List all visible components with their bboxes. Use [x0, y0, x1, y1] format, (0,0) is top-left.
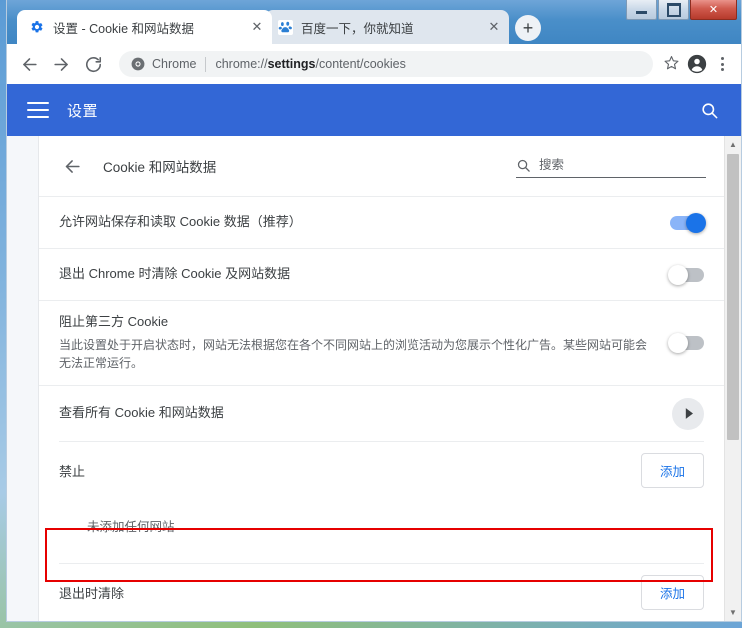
tab-title: 设置 - Cookie 和网站数据 [53, 18, 244, 37]
row-text: 阻止第三方 Cookie 当此设置处于开启状态时，网站无法根据您在各个不同网站上… [59, 313, 670, 373]
row-title: 允许网站保存和读取 Cookie 数据（推荐） [59, 213, 650, 232]
tab-baidu[interactable]: 百度一下，你就知道 ✕ [265, 10, 509, 44]
section-header-clear-on-exit: 退出时清除 添加 [59, 563, 704, 620]
hamburger-icon[interactable] [27, 102, 49, 118]
reload-button[interactable] [79, 50, 107, 78]
bookmark-star-icon[interactable] [661, 55, 681, 73]
chevron-right-icon[interactable] [672, 398, 704, 430]
search-input[interactable]: 搜索 [516, 154, 706, 178]
page-title: 设置 [67, 100, 98, 121]
scroll-down-arrow[interactable]: ▼ [725, 604, 741, 621]
hamburger-line [27, 109, 49, 111]
title-bar: ✕ 设置 - Cookie 和网站数据 ✕ [7, 0, 741, 44]
plus-icon: + [523, 19, 534, 37]
chrome-logo-icon [131, 57, 145, 71]
tab-strip: 设置 - Cookie 和网站数据 ✕ 百度一 [7, 4, 741, 44]
tab-close-button[interactable]: ✕ [248, 18, 266, 36]
subpage-header: Cookie 和网站数据 搜索 [39, 136, 724, 196]
omnibox-divider [205, 57, 206, 72]
toggle-block-third-party[interactable] [670, 336, 704, 350]
row-title: 查看所有 Cookie 和网站数据 [59, 404, 652, 423]
new-tab-button[interactable]: + [515, 15, 541, 41]
row-text: 查看所有 Cookie 和网站数据 [59, 404, 672, 423]
row-title: 阻止第三方 Cookie [59, 313, 650, 332]
tab-title: 百度一下，你就知道 [301, 18, 481, 37]
section-header-block: 禁止 添加 [59, 441, 704, 498]
settings-card: Cookie 和网站数据 搜索 [38, 136, 724, 621]
gear-icon [29, 19, 45, 35]
setting-row-block-third-party[interactable]: 阻止第三方 Cookie 当此设置处于开启状态时，网站无法根据您在各个不同网站上… [39, 300, 724, 385]
url-suffix: /content/cookies [316, 57, 406, 71]
menu-dot [721, 68, 724, 71]
subpage-title: Cookie 和网站数据 [103, 156, 216, 176]
hamburger-line [27, 102, 49, 104]
back-arrow-icon[interactable] [59, 153, 85, 179]
setting-row-allow-cookies[interactable]: 允许网站保存和读取 Cookie 数据（推荐） [39, 196, 724, 248]
baidu-paw-icon [277, 19, 293, 35]
browser-menu-button[interactable] [711, 50, 733, 78]
toggle-knob [668, 265, 688, 285]
address-bar[interactable]: Chrome chrome://settings/content/cookies [119, 51, 653, 77]
row-text: 退出 Chrome 时清除 Cookie 及网站数据 [59, 265, 670, 284]
scroll-up-arrow[interactable]: ▲ [725, 136, 741, 153]
settings-scroll-area: Cookie 和网站数据 搜索 [7, 136, 724, 621]
url-highlight: settings [268, 57, 316, 71]
section-clear-on-exit: 退出时清除 添加 [39, 563, 724, 620]
hamburger-line [27, 116, 49, 118]
menu-dot [721, 63, 724, 66]
toggle-knob [668, 333, 688, 353]
tab-close-button[interactable]: ✕ [485, 18, 503, 36]
search-icon [516, 158, 531, 173]
desktop-background: ✕ 设置 - Cookie 和网站数据 ✕ [0, 0, 742, 628]
toggle-knob [686, 213, 706, 233]
row-title: 退出 Chrome 时清除 Cookie 及网站数据 [59, 265, 650, 284]
browser-window: ✕ 设置 - Cookie 和网站数据 ✕ [6, 0, 742, 622]
scrollbar-thumb[interactable] [727, 154, 739, 440]
section-block: 禁止 添加 未添加任何网站 [39, 441, 724, 563]
url-text: chrome://settings/content/cookies [215, 57, 641, 71]
tab-settings[interactable]: 设置 - Cookie 和网站数据 ✕ [17, 10, 272, 44]
menu-dot [721, 57, 724, 60]
row-subtitle: 当此设置处于开启状态时，网站无法根据您在各个不同网站上的浏览活动为您展示个性化广… [59, 336, 650, 373]
settings-header: 设置 [7, 84, 741, 136]
row-text: 允许网站保存和读取 Cookie 数据（推荐） [59, 213, 670, 232]
setting-row-view-all-cookies[interactable]: 查看所有 Cookie 和网站数据 [39, 385, 724, 441]
search-placeholder: 搜索 [539, 154, 564, 173]
add-button-clear-on-exit[interactable]: 添加 [641, 575, 704, 610]
setting-row-clear-on-exit[interactable]: 退出 Chrome 时清除 Cookie 及网站数据 [39, 248, 724, 300]
settings-body: Cookie 和网站数据 搜索 [7, 136, 741, 621]
url-prefix: chrome:// [215, 57, 267, 71]
empty-state-text: 未添加任何网站 [59, 498, 704, 563]
add-button-block[interactable]: 添加 [641, 453, 704, 488]
forward-button[interactable] [47, 50, 75, 78]
profile-avatar[interactable] [683, 50, 711, 78]
browser-toolbar: Chrome chrome://settings/content/cookies [7, 44, 741, 84]
vertical-scrollbar[interactable]: ▲ ▼ [724, 136, 741, 621]
toggle-clear-on-exit[interactable] [670, 268, 704, 282]
search-icon[interactable] [697, 98, 721, 122]
back-button[interactable] [15, 50, 43, 78]
section-label: 禁止 [59, 461, 641, 480]
section-label: 退出时清除 [59, 583, 641, 602]
security-label: Chrome [152, 57, 196, 71]
toggle-allow-cookies[interactable] [670, 216, 704, 230]
